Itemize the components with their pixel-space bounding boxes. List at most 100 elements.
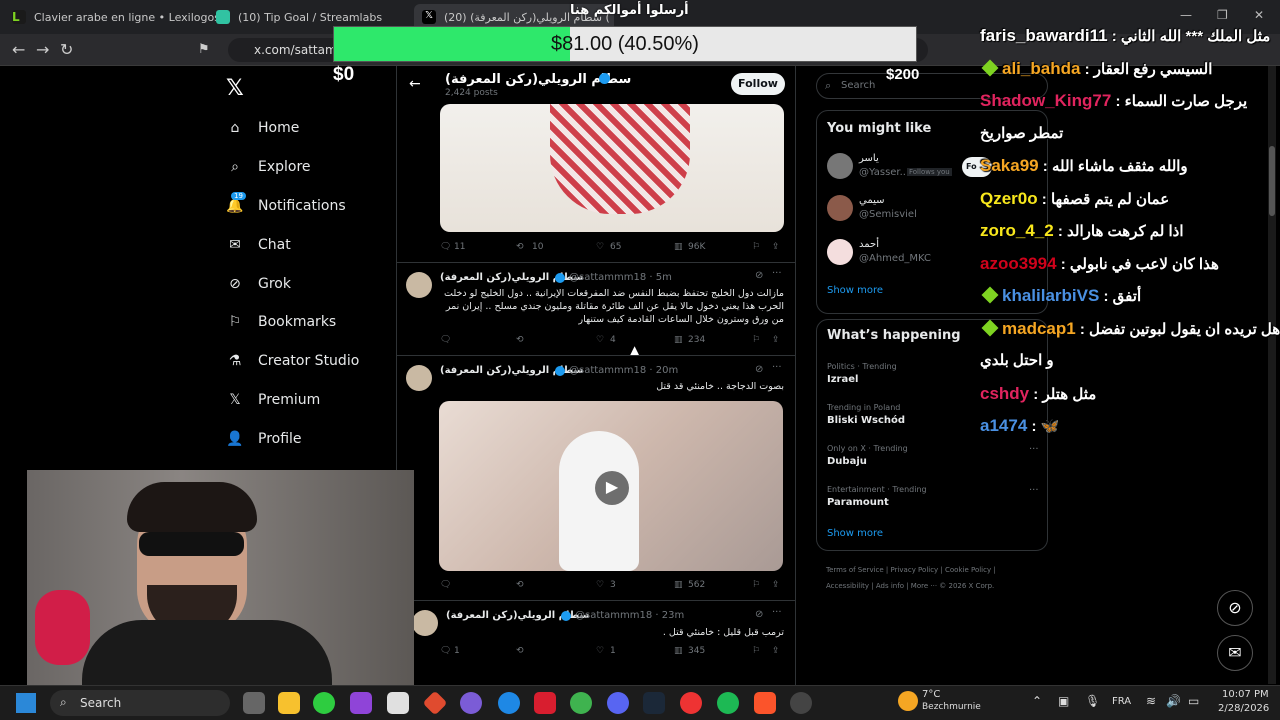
discord-icon[interactable] xyxy=(607,692,629,714)
play-icon[interactable]: ▶ xyxy=(595,471,629,505)
task-view-icon[interactable] xyxy=(243,692,265,714)
obs-icon[interactable] xyxy=(790,692,812,714)
views-icon[interactable]: ▥ xyxy=(674,242,683,252)
weather-temp[interactable]: 7°C xyxy=(922,689,940,700)
sidebar-item-profile[interactable]: 👤 Profile xyxy=(226,427,301,451)
close-icon[interactable]: ✕ xyxy=(1254,8,1264,22)
sidebar-item-home[interactable]: ⌂ Home xyxy=(226,116,300,140)
avatar[interactable] xyxy=(827,239,853,265)
messages-fab-icon[interactable]: ✉ xyxy=(1217,635,1253,671)
reply-icon[interactable]: 🗨 xyxy=(440,335,451,345)
store-icon[interactable] xyxy=(387,692,409,714)
suggestion-name[interactable]: سيمي xyxy=(859,195,885,206)
trend-name[interactable]: Bliski Wschód xyxy=(827,415,905,426)
more-icon[interactable]: ··· xyxy=(1029,485,1039,496)
share-icon[interactable]: ⇪ xyxy=(772,580,780,590)
more-icon[interactable]: ··· xyxy=(772,362,782,373)
battery-icon[interactable]: ▭ xyxy=(1188,694,1199,708)
views-icon[interactable]: ▥ xyxy=(674,646,683,656)
chevron-up-icon[interactable]: ⌃ xyxy=(1032,694,1042,708)
reply-icon[interactable]: 🗨 xyxy=(440,242,451,252)
app-icon[interactable] xyxy=(313,692,335,714)
bookmark-icon[interactable]: ⚐ xyxy=(752,242,760,252)
grok-icon[interactable]: ⊘ xyxy=(755,609,763,620)
avatar[interactable] xyxy=(827,153,853,179)
tweet-handle[interactable]: @sattammm18 · 5m xyxy=(569,272,672,283)
maximize-icon[interactable]: ❐ xyxy=(1217,8,1228,22)
follow-button[interactable]: Follow xyxy=(731,73,785,95)
trend-name[interactable]: Dubaju xyxy=(827,456,867,467)
app-icon[interactable] xyxy=(570,692,592,714)
weather-icon[interactable] xyxy=(898,691,918,711)
grok-icon[interactable]: ⊘ xyxy=(755,364,763,375)
reply-icon[interactable]: 🗨 xyxy=(440,646,451,656)
brave-icon[interactable] xyxy=(754,692,776,714)
footer-links[interactable]: Terms of Service | Privacy Policy | Cook… xyxy=(826,566,996,574)
tweet-handle[interactable]: @sattammm18 · 20m xyxy=(569,365,678,376)
bookmark-icon[interactable]: ⚐ xyxy=(752,335,760,345)
avatar[interactable] xyxy=(406,365,432,391)
browser-icon[interactable] xyxy=(498,692,520,714)
minimize-icon[interactable]: — xyxy=(1180,8,1192,22)
show-more-link[interactable]: Show more xyxy=(827,285,883,296)
repost-icon[interactable]: ⟲ xyxy=(516,335,524,345)
file-explorer-icon[interactable] xyxy=(278,692,300,714)
weather-desc[interactable]: Bezchmurnie xyxy=(922,702,981,712)
back-arrow-icon[interactable]: ← xyxy=(12,40,25,59)
clock-date[interactable]: 2/28/2026 xyxy=(1218,703,1269,714)
reply-icon[interactable]: 🗨 xyxy=(440,580,451,590)
repost-icon[interactable]: ⟲ xyxy=(516,580,524,590)
twitch-icon[interactable] xyxy=(460,692,482,714)
clock-time[interactable]: 10:07 PM xyxy=(1222,689,1269,700)
repost-icon[interactable]: ⟲ xyxy=(516,646,524,656)
steam-icon[interactable] xyxy=(643,692,665,714)
sidebar-item-grok[interactable]: ⊘ Grok xyxy=(226,272,291,296)
suggestion-name[interactable]: أحمد xyxy=(859,239,879,250)
windows-start-icon[interactable] xyxy=(16,693,36,713)
like-icon[interactable]: ♡ xyxy=(596,335,604,345)
tab-lexilogos[interactable]: L Clavier arabe en ligne • Lexilogos xyxy=(12,4,220,30)
wifi-icon[interactable]: ≋ xyxy=(1146,694,1156,708)
tweet-handle[interactable]: @sattammm18 · 23m xyxy=(575,610,684,621)
views-icon[interactable]: ▥ xyxy=(674,335,683,345)
reload-icon[interactable]: ↻ xyxy=(60,40,73,59)
app-icon[interactable] xyxy=(680,692,702,714)
tweet-video[interactable]: ▶ xyxy=(439,401,783,571)
copilot-icon[interactable] xyxy=(350,692,372,714)
trend-name[interactable]: Paramount xyxy=(827,497,889,508)
share-icon[interactable]: ⇪ xyxy=(772,646,780,656)
back-arrow-icon[interactable]: ← xyxy=(409,76,421,92)
avatar[interactable] xyxy=(412,610,438,636)
sidebar-item-premium[interactable]: 𝕏 Premium xyxy=(226,388,320,412)
volume-icon[interactable]: 🔊 xyxy=(1166,694,1181,708)
forward-arrow-icon[interactable]: → xyxy=(36,40,49,59)
avatar[interactable] xyxy=(827,195,853,221)
sidebar-item-bookmarks[interactable]: ⚐ Bookmarks xyxy=(226,310,337,334)
share-icon[interactable]: ⇪ xyxy=(772,335,780,345)
app-icon[interactable] xyxy=(534,692,556,714)
share-icon[interactable]: ⇪ xyxy=(772,242,780,252)
microphone-icon[interactable]: 🎙 xyxy=(1085,694,1100,708)
show-more-link[interactable]: Show more xyxy=(827,528,883,539)
sidebar-item-chat[interactable]: ✉ Chat xyxy=(226,233,291,257)
bookmark-icon[interactable]: ⚐ xyxy=(752,646,760,656)
grok-fab-icon[interactable]: ⊘ xyxy=(1217,590,1253,626)
grok-icon[interactable]: ⊘ xyxy=(755,270,763,281)
taskbar-search[interactable]: ⌕ Search xyxy=(50,690,230,716)
x-logo[interactable]: 𝕏 xyxy=(226,76,244,101)
sidebar-item-creator-studio[interactable]: ⚗ Creator Studio xyxy=(226,349,360,373)
language-indicator[interactable]: FRA xyxy=(1112,696,1131,707)
tray-app-icon[interactable]: ▣ xyxy=(1058,694,1069,708)
avatar[interactable] xyxy=(406,272,432,298)
views-icon[interactable]: ▥ xyxy=(674,580,683,590)
more-icon[interactable]: ··· xyxy=(772,268,782,279)
suggestion-name[interactable]: ياسر xyxy=(859,153,879,164)
trend-name[interactable]: Izrael xyxy=(827,374,858,385)
like-icon[interactable]: ♡ xyxy=(596,242,604,252)
app-icon[interactable] xyxy=(422,690,448,716)
bookmark-page-icon[interactable]: ⚑ xyxy=(198,42,210,57)
bookmark-icon[interactable]: ⚐ xyxy=(752,580,760,590)
footer-links[interactable]: Accessibility | Ads info | More ··· © 20… xyxy=(826,582,994,590)
more-icon[interactable]: ··· xyxy=(772,607,782,618)
repost-icon[interactable]: ⟲ xyxy=(516,242,524,252)
